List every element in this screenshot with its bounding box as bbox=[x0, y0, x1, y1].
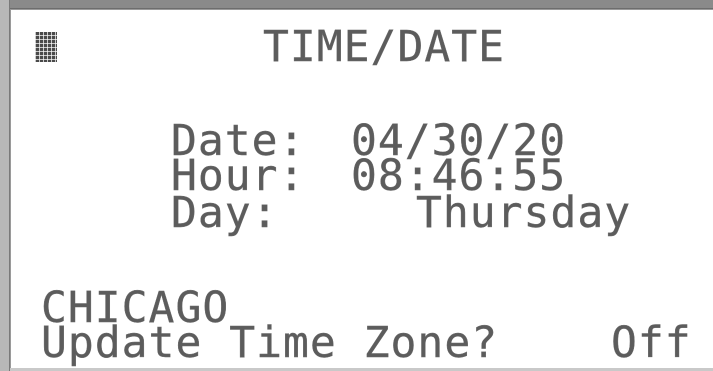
block-cursor-icon[interactable] bbox=[35, 32, 57, 62]
bezel-top-edge bbox=[0, 0, 713, 9]
update-time-zone-label: Update Time Zone? bbox=[41, 318, 499, 368]
day-label: Day: bbox=[171, 188, 279, 238]
device-bezel: TIME/DATE Date: 04/30/20 Hour: 08:46:55 … bbox=[0, 0, 713, 371]
day-value: Thursday bbox=[416, 188, 632, 238]
page-title: TIME/DATE bbox=[263, 22, 505, 72]
lcd-screen: TIME/DATE Date: 04/30/20 Hour: 08:46:55 … bbox=[10, 9, 713, 368]
bezel-left-edge bbox=[0, 0, 10, 371]
update-time-zone-toggle[interactable]: Off bbox=[611, 321, 692, 365]
